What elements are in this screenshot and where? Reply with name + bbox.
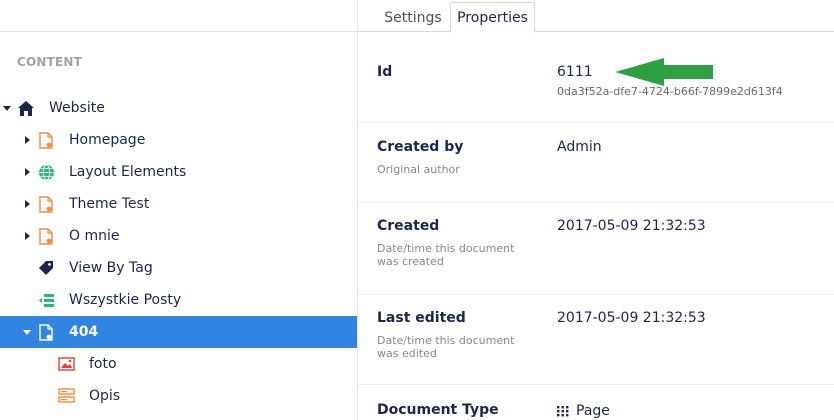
property-title: Created [377,218,440,234]
property-row-created-by: Created by Original author Admin [358,123,834,203]
tree-item-opis[interactable]: Opis [0,380,357,412]
image-icon [57,355,75,373]
block-icon [57,387,75,405]
tree-item-label: Opis [89,388,121,404]
property-title: Document Type [377,402,499,418]
tree-item-homepage[interactable]: Homepage [0,124,357,156]
tree-item-label: Homepage [69,132,146,148]
property-title: Id [377,64,393,80]
tab-properties[interactable]: Properties [450,2,535,33]
caret-right-icon[interactable] [22,135,32,145]
tree-item-wszystkie-posty[interactable]: Wszystkie Posty [0,284,357,316]
tree-item-label: Theme Test [69,196,150,212]
tabs-bar: Settings Properties [358,0,834,33]
tree-item-label: View By Tag [69,260,153,276]
document-icon [37,227,55,245]
tag-icon [37,259,55,277]
caret-right-icon[interactable] [22,199,32,209]
tree-item-theme-test[interactable]: Theme Test [0,188,357,220]
caret-right-icon[interactable] [22,167,32,177]
document-icon [37,323,55,341]
property-title: Created by [377,139,464,155]
caret-down-icon[interactable] [2,103,12,113]
tree-item-website[interactable]: Website [0,92,357,124]
tree-item-view-by-tag[interactable]: View By Tag [0,252,357,284]
tree-item-foto[interactable]: foto [0,348,357,380]
tree-item-label: Website [49,100,105,116]
tree-item-label: 404 [69,324,99,340]
document-icon [37,195,55,213]
caret-down-icon[interactable] [22,327,32,337]
caret-right-icon[interactable] [22,231,32,241]
property-value-last-edited: 2017-05-09 21:32:53 [557,310,706,326]
tree-item-label: foto [89,356,117,372]
document-icon [37,131,55,149]
property-row-last-edited: Last edited Date/time this document was … [358,295,834,385]
property-row-created: Created Date/time this document was crea… [358,203,834,295]
property-value-created-by: Admin [557,139,602,155]
tree-top-strip [0,0,357,32]
property-value-id: 6111 [557,64,593,80]
arrow-annotation-icon [615,58,713,86]
home-icon [17,99,35,117]
property-title: Last edited [377,310,466,326]
tree-item-404[interactable]: 404 [0,316,357,348]
list-icon [37,291,55,309]
grid-icon [557,405,569,417]
tree-item-layout-elements[interactable]: Layout Elements [0,156,357,188]
property-description: Date/time this document was edited [377,334,515,360]
property-description: Date/time this document was created [377,242,515,268]
tab-settings[interactable]: Settings [376,2,450,33]
tree-item-label: O mnie [69,228,120,244]
tree-item-o-mnie[interactable]: O mnie [0,220,357,252]
content-section-heading: CONTENT [17,55,83,69]
globe-icon [37,163,55,181]
property-value-created: 2017-05-09 21:32:53 [557,218,706,234]
property-row-document-type: Document Type Page [358,385,834,420]
tree-item-label: Layout Elements [69,164,187,180]
property-value-document-type: Page [576,403,610,419]
property-description: Original author [377,163,460,176]
tree-item-label: Wszystkie Posty [69,292,182,308]
property-row-id: Id 6111 0da3f52a-dfe7-4724-b66f-7899e2d6… [358,33,834,123]
content-tree-panel: CONTENT Website Homepage Layout Elements… [0,0,357,420]
